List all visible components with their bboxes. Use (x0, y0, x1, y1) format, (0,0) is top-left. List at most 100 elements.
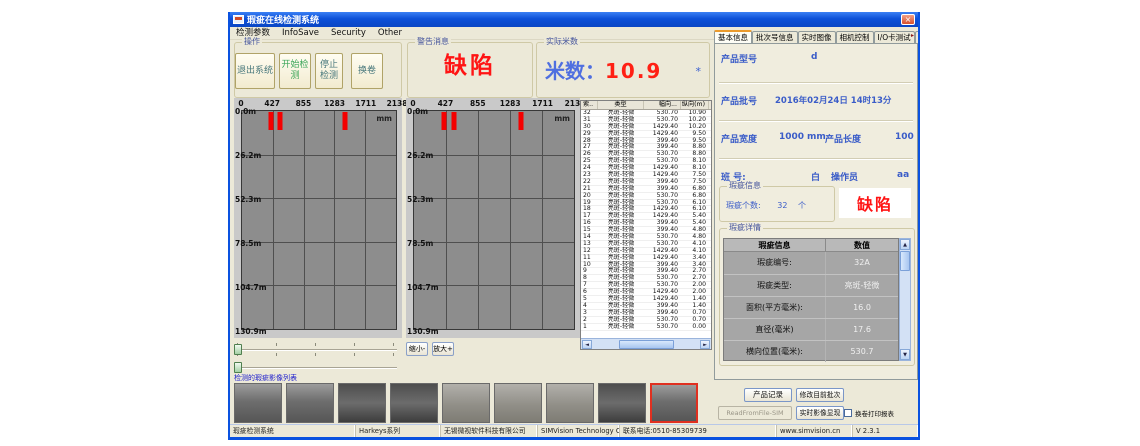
cell: 530.70 (644, 110, 681, 116)
defect-thumbnail[interactable] (546, 383, 594, 423)
cell: 29 (581, 131, 598, 137)
scroll-up-icon[interactable]: ▲ (900, 239, 910, 250)
defect-mark (278, 112, 283, 130)
defect-thumbnail[interactable] (494, 383, 542, 423)
product-record-button[interactable]: 产品记录 (744, 388, 792, 402)
list-horizontal-scrollbar[interactable]: ◄ ► (581, 338, 711, 349)
menu-item[interactable]: Other (378, 28, 402, 38)
tab-scroll-icon[interactable]: ▸ (911, 32, 918, 39)
cell: 0.70 (681, 310, 709, 316)
defect-count-label: 瑕疵个数: (726, 201, 761, 210)
modify-batch-button[interactable]: 修改目前批次 (796, 388, 844, 402)
defect-thumbnail[interactable] (234, 383, 282, 423)
thumbnail-strip-label: 检测的瑕疵影像列表 (234, 373, 297, 383)
defect-thumbnail[interactable] (286, 383, 334, 423)
list-header-type: 类型 (598, 101, 644, 109)
slider-handle[interactable] (234, 344, 242, 355)
cell: 21 (581, 186, 598, 192)
cell: 2 (581, 317, 598, 323)
slider-ticks (237, 343, 394, 346)
defect-thumbnail-selected[interactable] (650, 383, 698, 423)
defect-thumbnail[interactable] (338, 383, 386, 423)
operation-button[interactable]: 换卷 (351, 53, 383, 89)
operation-button[interactable]: 停止检测 (315, 53, 343, 89)
detail-row[interactable]: 横向位置(毫米):530.7 (724, 340, 898, 362)
defect-thumbnail[interactable] (598, 383, 646, 423)
defect-list-body: 32亮斑-轻微530.7010.9031亮斑-轻微530.7010.2030亮斑… (581, 110, 711, 338)
cell: 0.70 (681, 317, 709, 323)
x-tick-label: 1283 (500, 99, 521, 108)
slider-handle[interactable] (234, 362, 242, 373)
detail-row[interactable]: 直径(毫米)17.6 (724, 318, 898, 340)
cell: 530.70 (644, 117, 681, 123)
meters-value: 10.9 (605, 59, 662, 83)
operation-button[interactable]: 退出系统 (235, 53, 275, 89)
y-tick-label: 0.0m (235, 107, 256, 116)
warning-group: 警告消息 缺陷 (407, 42, 533, 98)
defect-thumbnail[interactable] (442, 383, 490, 423)
scroll-right-icon[interactable]: ► (700, 340, 710, 349)
cell: 亮斑-轻微 (598, 248, 644, 254)
operation-group: 操作 开始检测停止检测换卷退出系统 (234, 42, 402, 98)
gridline (414, 155, 574, 156)
detail-row[interactable]: 瑕疵类型:亮斑-轻微 (724, 274, 898, 296)
detail-row[interactable]: 瑕疵编号:32A (724, 252, 898, 274)
detail-row[interactable]: 面积(平方毫米):16.0 (724, 296, 898, 318)
map-scroll-slider[interactable] (234, 343, 397, 356)
defect-detail-table: 瑕疵信息 数值 瑕疵编号:32A瑕疵类型:亮斑-轻微面积(平方毫米):16.0直… (723, 238, 899, 361)
x-tick-label: 855 (470, 99, 486, 108)
cell: 亮斑-轻微 (598, 324, 644, 330)
tab[interactable]: 批次号信息 (752, 31, 798, 43)
detail-value: 17.6 (826, 319, 898, 340)
detail-vertical-scrollbar[interactable]: ▲ ▼ (899, 238, 911, 361)
defect-detail-group: 瑕疵详情 瑕疵信息 数值 瑕疵编号:32A瑕疵类型:亮斑-轻微面积(平方毫米):… (719, 228, 915, 366)
scroll-left-icon[interactable]: ◄ (582, 340, 592, 349)
cell: 1 (581, 324, 598, 330)
cell: 10.20 (681, 124, 709, 130)
scroll-down-icon[interactable]: ▼ (900, 349, 910, 360)
detail-label: 面积(平方毫米): (724, 297, 826, 318)
defect-info-group-label: 瑕疵信息 (727, 181, 763, 191)
cell: 12 (581, 248, 598, 254)
read-from-file-button[interactable]: ReadFromFile-SIM (718, 406, 792, 420)
cell: 6.80 (681, 186, 709, 192)
close-icon[interactable]: × (901, 14, 915, 25)
tab[interactable]: 相机控制 (836, 31, 874, 43)
operation-button[interactable]: 开始检测 (279, 53, 311, 89)
y-tick-label: 78.5m (407, 239, 433, 248)
status-section: 瑕疵检测系统 (230, 425, 356, 437)
gridline (510, 111, 511, 329)
tab[interactable]: 实时图像 (798, 31, 836, 43)
status-section: 无锡微视软件科技有限公司 (441, 425, 538, 437)
slider-ticks (237, 353, 394, 356)
status-section: V 2.3.1 (853, 425, 918, 437)
detail-value: 亮斑-轻微 (826, 275, 898, 296)
x-axis-unit-label: mm (376, 114, 392, 123)
zoom-out-button[interactable]: 缩小- (406, 342, 428, 356)
scrollbar-thumb[interactable] (619, 340, 674, 349)
gridline (414, 198, 574, 199)
asterisk-icon: * (696, 65, 702, 78)
x-tick-label: 1711 (532, 99, 553, 108)
defect-map-panel: 0427855128317112138 0.0m26.2m52.3m78.5m1… (406, 98, 580, 338)
cell: 1429.40 (644, 131, 681, 137)
realtime-image-button[interactable]: 实时影像显现 (796, 406, 844, 420)
print-report-checkbox[interactable] (844, 409, 852, 417)
defect-list-row[interactable]: 1亮斑-轻微530.700.00 (581, 324, 711, 331)
tab[interactable]: 基本信息 (714, 30, 752, 43)
status-section: www.simvision.cn (777, 425, 853, 437)
scrollbar-thumb[interactable] (900, 251, 910, 271)
operator-value: aa (897, 170, 909, 180)
menu-item[interactable]: InfoSave (282, 28, 319, 38)
defect-thumbnail[interactable] (390, 383, 438, 423)
defect-mark (268, 112, 273, 130)
cell: 4.10 (681, 248, 709, 254)
gridline (478, 111, 479, 329)
zoom-in-button[interactable]: 放大+ (432, 342, 454, 356)
tab[interactable]: I/O卡测试 (874, 31, 915, 43)
detail-label: 直径(毫米) (724, 319, 826, 340)
title-bar[interactable]: 瑕疵在线检测系统 × (230, 12, 918, 27)
detail-label: 横向位置(毫米): (724, 341, 826, 362)
gridline (414, 242, 574, 243)
menu-item[interactable]: Security (331, 28, 366, 38)
